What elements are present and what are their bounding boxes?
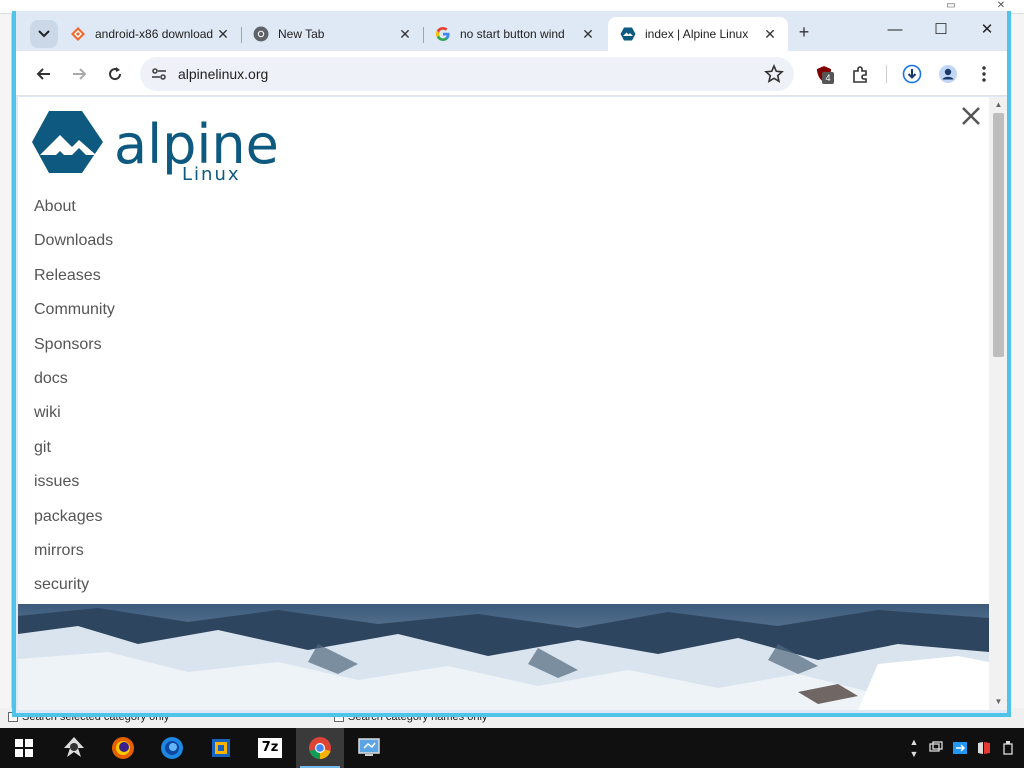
tab-list-button[interactable]: [30, 17, 58, 51]
new-tab-button[interactable]: +: [792, 21, 816, 45]
address-bar[interactable]: alpinelinux.org: [140, 57, 794, 91]
logo-subtext: Linux: [182, 164, 241, 181]
taskbar-scroll-arrows[interactable]: ▲ ▼: [904, 728, 924, 768]
tab-google-search[interactable]: no start button wind ✕: [423, 17, 606, 51]
reload-icon: [109, 67, 122, 81]
tray-usb[interactable]: [998, 728, 1018, 768]
start-button[interactable]: [0, 728, 48, 768]
bookmark-star-icon[interactable]: [764, 63, 784, 84]
toolbar-divider: [886, 65, 887, 83]
chevron-up-icon[interactable]: ▲: [910, 736, 919, 748]
download-icon: [902, 64, 922, 84]
nav-link-wiki[interactable]: wiki: [34, 403, 115, 437]
taskbar-virtualbox[interactable]: [197, 728, 245, 768]
tab-close-icon[interactable]: ✕: [762, 26, 778, 42]
taskbar-firefox-developer[interactable]: [148, 728, 196, 768]
chevron-down-icon[interactable]: ▼: [910, 748, 919, 760]
extension-badge: 4: [822, 72, 834, 84]
downloads-button[interactable]: [898, 60, 926, 88]
inkscape-icon: [64, 737, 84, 757]
tab-new-tab[interactable]: New Tab ✕: [241, 17, 424, 51]
sourceforge-icon: [70, 26, 86, 42]
nav-link-community[interactable]: Community: [34, 300, 115, 334]
nav-link-about[interactable]: About: [34, 197, 115, 231]
windows-logo-icon: [15, 739, 33, 757]
web-page: alpine Linux About Downloads Releases Co…: [18, 97, 989, 710]
menu-button[interactable]: [970, 60, 998, 88]
tab-title: New Tab: [278, 27, 325, 41]
tab-android-x86[interactable]: android-x86 download ✕: [58, 17, 242, 51]
firefox-icon: [112, 737, 134, 759]
tray-app[interactable]: [950, 728, 970, 768]
security-flag-icon: [978, 742, 990, 754]
scroll-up-arrow-icon[interactable]: ▲: [993, 100, 1004, 110]
nav-link-packages[interactable]: packages: [34, 507, 115, 541]
browser-toolbar: alpinelinux.org 4: [16, 51, 1007, 96]
alpine-icon: [620, 26, 636, 42]
tab-strip: android-x86 download ✕ New Tab ✕ no star…: [16, 11, 1007, 51]
forward-arrow-icon: [73, 68, 87, 80]
taskbar-firefox[interactable]: [99, 728, 147, 768]
tab-close-icon[interactable]: ✕: [397, 26, 413, 42]
ublock-extension-button[interactable]: 4: [810, 60, 838, 88]
profile-button[interactable]: [934, 60, 962, 88]
alpine-linux-logo[interactable]: alpine Linux: [32, 109, 292, 185]
nav-link-releases[interactable]: Releases: [34, 266, 115, 300]
close-window-button[interactable]: ✕: [967, 19, 1007, 43]
google-icon: [435, 26, 451, 42]
kebab-menu-icon: [982, 66, 986, 82]
site-info-icon[interactable]: [150, 65, 168, 83]
nav-link-issues[interactable]: issues: [34, 472, 115, 506]
firefox-developer-icon: [161, 737, 183, 759]
back-arrow-icon: [36, 68, 50, 80]
nav-link-downloads[interactable]: Downloads: [34, 231, 115, 265]
tray-network[interactable]: [926, 728, 946, 768]
scroll-down-arrow-icon[interactable]: ▼: [993, 697, 1004, 707]
taskbar: 7z ▲ ▼: [0, 728, 1024, 768]
maximize-button[interactable]: ☐: [921, 19, 961, 43]
taskbar-inkscape[interactable]: [50, 728, 98, 768]
nav-link-mirrors[interactable]: mirrors: [34, 541, 115, 575]
url-text: alpinelinux.org: [178, 66, 269, 82]
usb-icon: [1003, 741, 1013, 755]
taskbar-remote-desktop[interactable]: [345, 728, 393, 768]
close-icon[interactable]: [958, 103, 984, 129]
tab-title: index | Alpine Linux: [645, 27, 749, 41]
7zip-icon: 7z: [258, 738, 282, 758]
reload-button[interactable]: [101, 60, 129, 88]
monitor-icon: [358, 738, 380, 756]
site-navigation: About Downloads Releases Community Spons…: [34, 197, 115, 610]
back-button[interactable]: [30, 60, 58, 88]
chrome-icon: [253, 26, 269, 42]
background-left-panel: [0, 14, 12, 714]
forward-button[interactable]: [65, 60, 93, 88]
tray-security[interactable]: [974, 728, 994, 768]
taskbar-7zip[interactable]: 7z: [246, 728, 294, 768]
nav-link-sponsors[interactable]: Sponsors: [34, 335, 115, 369]
puzzle-icon: [853, 66, 867, 83]
tab-title: android-x86 download: [95, 27, 213, 41]
tab-alpine-linux[interactable]: index | Alpine Linux ✕: [608, 17, 788, 51]
tab-title: no start button wind: [460, 27, 565, 41]
chrome-icon: [309, 737, 331, 759]
avatar-icon: [939, 65, 957, 83]
scrollbar-thumb[interactable]: [993, 113, 1004, 357]
network-icon: [929, 741, 943, 752]
chevron-down-icon[interactable]: [30, 20, 58, 48]
app-tray-icon: [953, 742, 967, 754]
virtualbox-icon: [212, 739, 230, 757]
minimize-button[interactable]: —: [875, 19, 915, 43]
taskbar-chrome[interactable]: [296, 728, 344, 768]
tab-close-icon[interactable]: ✕: [580, 26, 596, 42]
browser-window: android-x86 download ✕ New Tab ✕ no star…: [12, 11, 1011, 717]
mountain-hero-image: [18, 604, 989, 710]
background-right-panel: [1012, 14, 1024, 714]
tab-close-icon[interactable]: ✕: [215, 26, 231, 42]
page-scrollbar[interactable]: ▲ ▼: [989, 97, 1007, 710]
nav-link-git[interactable]: git: [34, 438, 115, 472]
nav-link-docs[interactable]: docs: [34, 369, 115, 403]
extensions-button[interactable]: [846, 60, 874, 88]
